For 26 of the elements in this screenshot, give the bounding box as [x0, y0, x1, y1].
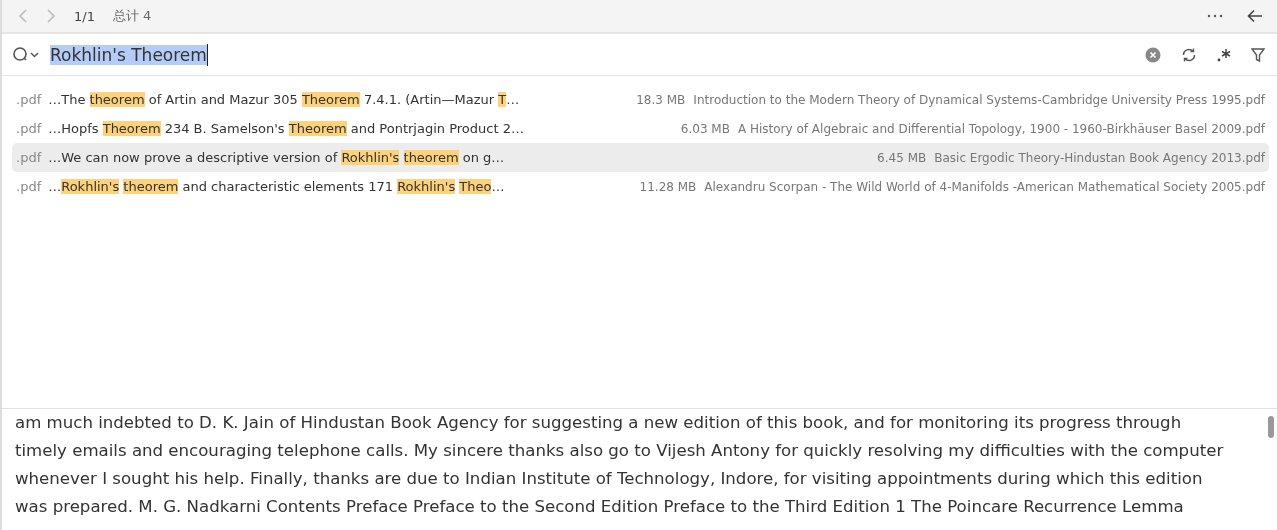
file-name: A History of Algebraic and Differential Topology, 1900 - 1960-Birkhäuser Basel 2009.pdf: [737, 121, 1265, 136]
more-icon[interactable]: [1205, 12, 1225, 20]
page-indicator: 1/1: [74, 8, 95, 24]
file-extension: .pdf: [16, 179, 42, 194]
file-extension: .pdf: [16, 150, 42, 165]
preview-text-line: was prepared. M. G. Nadkarni Contents Preface Preface to the Second Edition Preface to the Third Edition 1 The Poincare Recurrence Lemma: [15, 496, 1185, 518]
file-extension: .pdf: [16, 121, 42, 136]
file-size: 18.3 MB: [636, 92, 686, 107]
scrollbar-thumb[interactable]: [1268, 416, 1274, 438]
result-snippet: …We can now prove a descriptive version of Rokhlin's theorem on g…: [48, 150, 505, 165]
file-name: Basic Ergodic Theory-Hindustan Book Agency 2013.pdf: [934, 150, 1265, 165]
back-arrow-icon[interactable]: [1245, 7, 1265, 25]
file-extension: .pdf: [16, 92, 42, 107]
search-field[interactable]: Rokhlin's Theorem: [46, 43, 1139, 66]
preview-text-line: whenever I sought his help. Finally, thanks are due to Indian Institute of Technology, Indore, for visiting appointments during which this edition: [15, 468, 1204, 490]
result-snippet: …Rokhlin's theorem and characteristic elements 171 Rokhlin's Theo…: [48, 179, 505, 194]
file-size: 6.03 MB: [680, 121, 730, 136]
preview-text-line: am much indebted to D. K. Jain of Hindustan Book Agency for suggesting a new edition of this book, and for monitoring its progress through: [15, 412, 1183, 434]
file-size: 6.45 MB: [877, 150, 927, 165]
result-row[interactable]: .pdf …We can now prove a descriptive version of Rokhlin's theorem on g… 6.45 MB Basic Ergodic Theory-Hindustan Book Agency 2013.pdf: [12, 143, 1269, 172]
result-row[interactable]: .pdf …Rokhlin's theorem and characteristic elements 171 Rokhlin's Theo… 11.28 MB Alexandru Scorpan - The Wild World of 4-Manifolds -American Mathematical Society 2005.pdf: [12, 172, 1269, 201]
file-name: Introduction to the Modern Theory of Dynamical Systems-Cambridge University Press 1995.pdf: [693, 92, 1265, 107]
file-name: Alexandru Scorpan - The Wild World of 4-Manifolds -American Mathematical Society 2005.pdf: [704, 179, 1265, 194]
preview-text-line: timely emails and encouraging telephone calls. My sincere thanks also go to Vijesh Antony for quickly resolving my difficulties with the computer: [15, 440, 1224, 462]
total-count: 总计 4: [112, 7, 152, 25]
file-size: 11.28 MB: [639, 179, 697, 194]
